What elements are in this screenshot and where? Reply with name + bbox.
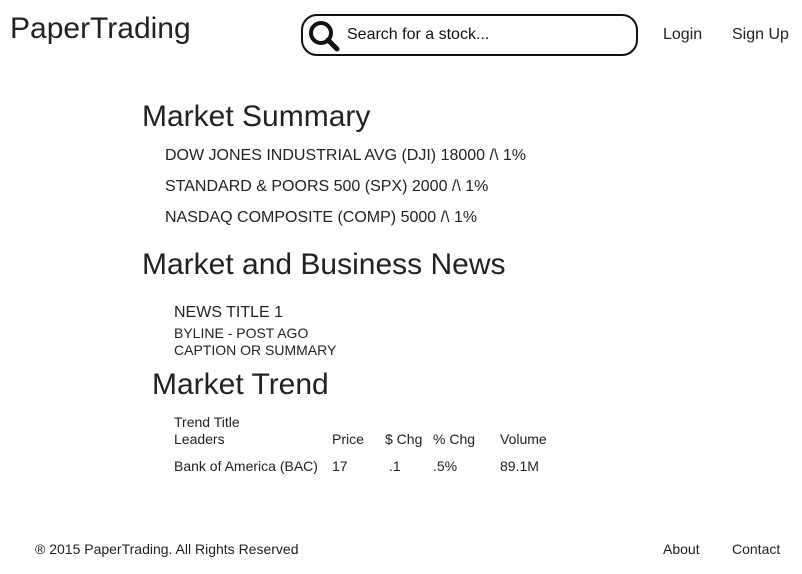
market-summary-item-comp: NASDAQ COMPOSITE (COMP) 5000 /\ 1% [165, 209, 478, 226]
search-icon[interactable] [307, 19, 341, 53]
column-header-percent-change: % Chg [433, 431, 476, 447]
trend-subtitle: Trend Title [174, 414, 240, 430]
footer-about-link[interactable]: About [663, 541, 700, 557]
news-byline: BYLINE - POST AGO [174, 325, 309, 341]
table-cell-dollar-change: .1 [389, 458, 401, 474]
market-summary-item-spx: STANDARD & POORS 500 (SPX) 2000 /\ 1% [165, 178, 489, 195]
footer-contact-link[interactable]: Contact [732, 541, 780, 557]
table-cell-price: 17 [332, 458, 348, 474]
column-header-volume: Volume [500, 431, 547, 447]
news-heading: Market and Business News [142, 248, 506, 281]
market-trend-heading: Market Trend [152, 368, 329, 401]
market-summary-item-dji: DOW JONES INDUSTRIAL AVG (DJI) 18000 /\ … [165, 147, 526, 164]
search-box[interactable] [301, 14, 638, 56]
news-caption: CAPTION OR SUMMARY [174, 342, 337, 358]
table-cell-volume: 89.1M [500, 458, 539, 474]
column-header-price: Price [332, 431, 364, 447]
column-header-dollar-change: $ Chg [385, 431, 423, 447]
news-headline[interactable]: NEWS TITLE 1 [174, 304, 283, 322]
market-summary-heading: Market Summary [142, 100, 371, 133]
table-cell-leader[interactable]: Bank of America (BAC) [174, 458, 318, 474]
footer-copyright: ® 2015 PaperTrading. All Rights Reserved [35, 541, 299, 557]
search-input[interactable] [347, 16, 627, 54]
column-header-leaders: Leaders [174, 431, 225, 447]
brand-logo[interactable]: PaperTrading [10, 12, 191, 46]
login-link[interactable]: Login [663, 26, 702, 44]
signup-link[interactable]: Sign Up [732, 26, 789, 44]
table-cell-percent-change: .5% [433, 458, 458, 474]
